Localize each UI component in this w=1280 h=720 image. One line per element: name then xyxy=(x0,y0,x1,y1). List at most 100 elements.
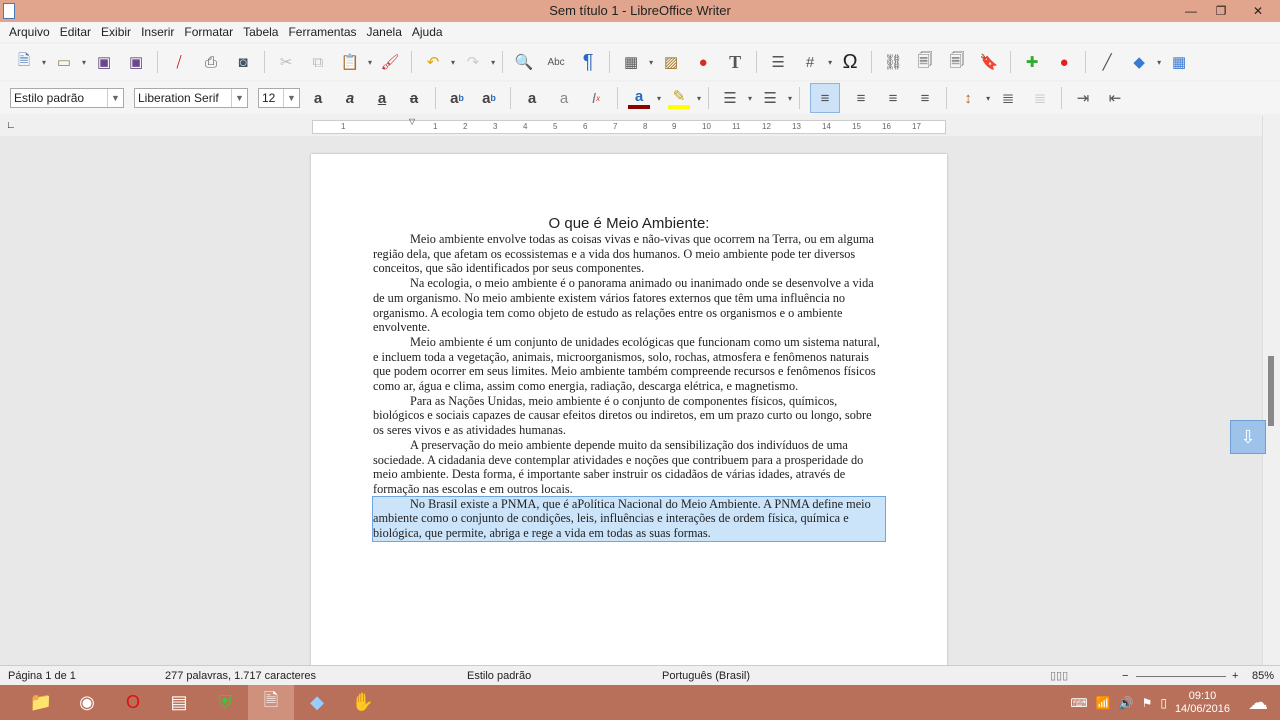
new-icon[interactable]: 🗎 xyxy=(13,51,35,73)
spellcheck-icon[interactable]: Abc xyxy=(545,51,567,73)
paragraph[interactable]: Meio ambiente é um conjunto de unidades … xyxy=(373,335,885,394)
shapes-icon[interactable]: ◆ xyxy=(1128,51,1150,73)
clear-formatting-icon[interactable]: Ix xyxy=(585,87,607,109)
bullet-list-icon[interactable]: ☰ xyxy=(719,87,741,109)
battery-icon[interactable]: ▯ xyxy=(1160,696,1167,710)
font-name-select[interactable]: Liberation Serif ▼ xyxy=(134,88,248,108)
increase-paragraph-spacing-icon[interactable]: ≣ xyxy=(997,87,1019,109)
font-color-icon[interactable]: a xyxy=(628,87,650,109)
scrollbar-thumb[interactable] xyxy=(1268,356,1274,426)
cut-icon[interactable]: ✂ xyxy=(275,51,297,73)
horizontal-ruler[interactable]: 1 ▽ 1 2 3 4 5 6 7 8 9 10 11 12 13 14 15 … xyxy=(312,117,946,134)
menu-arquivo[interactable]: Arquivo xyxy=(4,22,55,42)
copy-icon[interactable]: ⧉ xyxy=(307,51,329,73)
document-title[interactable]: O que é Meio Ambiente: xyxy=(373,214,885,233)
app3-icon[interactable]: ✋ xyxy=(340,685,386,720)
keyboard-icon[interactable]: ⌨ xyxy=(1070,696,1087,710)
outline-icon[interactable]: a xyxy=(553,87,575,109)
highlight-color-icon[interactable]: ✎ xyxy=(668,87,691,109)
writer-icon[interactable]: 🗎 xyxy=(248,685,294,720)
menu-inserir[interactable]: Inserir xyxy=(136,22,179,42)
paragraph[interactable]: Meio ambiente envolve todas as coisas vi… xyxy=(373,232,885,276)
clone-formatting-icon[interactable]: 🖌 xyxy=(379,51,401,73)
chevron-down-icon[interactable]: ▼ xyxy=(107,89,123,107)
subscript-icon[interactable]: ab xyxy=(478,87,500,109)
print-icon[interactable]: ⎙ xyxy=(200,51,222,73)
page-count[interactable]: Página 1 de 1 xyxy=(8,666,76,686)
table-icon[interactable]: ▦ xyxy=(620,51,642,73)
menu-ferramentas[interactable]: Ferramentas xyxy=(283,22,361,42)
menu-editar[interactable]: Editar xyxy=(55,22,96,42)
chrome-icon[interactable]: ◉ xyxy=(64,685,110,720)
increase-indent-icon[interactable]: ⇥ xyxy=(1072,87,1094,109)
hyperlink-icon[interactable]: ⛓ xyxy=(882,51,904,73)
field-icon[interactable]: # xyxy=(799,51,821,73)
chevron-down-icon[interactable]: ▼ xyxy=(231,89,247,107)
text-box-icon[interactable]: T xyxy=(724,51,746,73)
underline-icon[interactable]: a xyxy=(371,87,393,109)
menu-exibir[interactable]: Exibir xyxy=(96,22,136,42)
file-explorer-icon[interactable]: 📁 xyxy=(18,685,64,720)
align-center-icon[interactable]: ≡ xyxy=(850,87,872,109)
export-pdf-icon[interactable]: ⧸ xyxy=(168,51,190,73)
italic-icon[interactable]: a xyxy=(339,87,361,109)
menu-ajuda[interactable]: Ajuda xyxy=(407,22,448,42)
tab-stop-icon[interactable]: ∟ xyxy=(6,120,16,131)
app-icon[interactable]: ▤ xyxy=(156,685,202,720)
comment-icon[interactable]: ✚ xyxy=(1021,51,1043,73)
endnote-icon[interactable]: 🗐 xyxy=(946,51,968,73)
menu-formatar[interactable]: Formatar xyxy=(179,22,238,42)
restore-button[interactable]: ❐ xyxy=(1206,0,1236,22)
zoom-slider[interactable] xyxy=(1136,676,1226,677)
undo-icon[interactable]: ↶ xyxy=(422,51,444,73)
align-left-icon[interactable]: ≡ xyxy=(810,83,841,113)
footnote-icon[interactable]: 🗐 xyxy=(914,51,936,73)
language[interactable]: Português (Brasil) xyxy=(662,666,750,686)
shadow-icon[interactable]: a xyxy=(521,87,543,109)
document-page[interactable]: O que é Meio Ambiente: Meio ambiente env… xyxy=(311,154,947,665)
minimize-button[interactable]: — xyxy=(1176,0,1206,22)
opera-icon[interactable]: O xyxy=(110,685,156,720)
view-layout-icon[interactable]: ▯▯▯ xyxy=(1050,666,1068,686)
flag-icon[interactable]: ⚑ xyxy=(1142,696,1153,710)
toolbar-options-icon[interactable]: ▦ xyxy=(1168,51,1190,73)
chevron-down-icon[interactable]: ▼ xyxy=(283,89,299,107)
find-replace-icon[interactable]: 🔍 xyxy=(513,51,535,73)
print-preview-icon[interactable]: ◙ xyxy=(232,51,254,73)
vertical-scrollbar[interactable] xyxy=(1262,116,1280,665)
bookmark-icon[interactable]: 🔖 xyxy=(978,51,1000,73)
decrease-indent-icon[interactable]: ⇤ xyxy=(1104,87,1126,109)
volume-icon[interactable]: 🔊 xyxy=(1119,696,1134,710)
paragraph-style-select[interactable]: Estilo padrão ▼ xyxy=(10,88,124,108)
formatting-marks-icon[interactable]: ¶ xyxy=(577,51,599,73)
paragraph[interactable]: Para as Nações Unidas, meio ambiente é o… xyxy=(373,394,885,438)
justify-icon[interactable]: ≡ xyxy=(914,87,936,109)
shield-icon[interactable]: ⛨ xyxy=(202,685,248,720)
chart-icon[interactable]: ● xyxy=(692,51,714,73)
zoom-in-button[interactable]: + xyxy=(1232,666,1238,686)
page-break-icon[interactable]: ☰ xyxy=(767,51,789,73)
close-button[interactable]: ✕ xyxy=(1236,0,1280,22)
zoom-level[interactable]: 85% xyxy=(1252,666,1274,686)
clock[interactable]: 09:10 14/06/2016 xyxy=(1175,690,1230,716)
selected-paragraph[interactable]: No Brasil existe a PNMA, que é aPolítica… xyxy=(372,495,886,542)
decrease-paragraph-spacing-icon[interactable]: ≣ xyxy=(1029,87,1051,109)
network-icon[interactable]: 📶 xyxy=(1096,696,1111,710)
word-count[interactable]: 277 palavras, 1.717 caracteres xyxy=(165,666,316,686)
special-character-icon[interactable]: Ω xyxy=(839,51,861,73)
document-body[interactable]: O que é Meio Ambiente: Meio ambiente env… xyxy=(372,214,886,542)
menu-tabela[interactable]: Tabela xyxy=(238,22,283,42)
superscript-icon[interactable]: ab xyxy=(446,87,468,109)
paste-icon[interactable]: 📋 xyxy=(339,51,361,73)
align-right-icon[interactable]: ≡ xyxy=(882,87,904,109)
strikethrough-icon[interactable]: a xyxy=(403,87,425,109)
line-icon[interactable]: ╱ xyxy=(1096,51,1118,73)
paragraph[interactable]: A preservação do meio ambiente depende m… xyxy=(373,438,885,497)
bold-icon[interactable]: a xyxy=(307,87,329,109)
weather-icon[interactable]: ☁ xyxy=(1248,690,1268,715)
font-size-select[interactable]: 12 ▼ xyxy=(258,88,300,108)
track-changes-icon[interactable]: ● xyxy=(1053,51,1075,73)
save-icon[interactable]: ▣ xyxy=(93,51,115,73)
page-style[interactable]: Estilo padrão xyxy=(467,666,531,686)
zoom-out-button[interactable]: − xyxy=(1122,666,1128,686)
